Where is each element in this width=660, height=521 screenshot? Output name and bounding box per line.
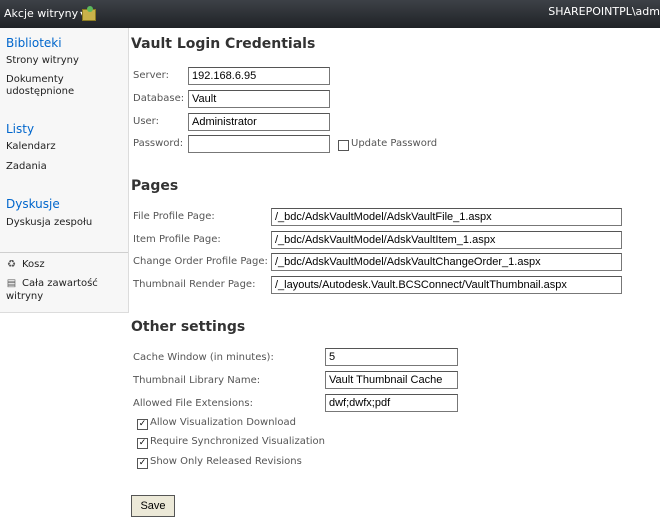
require-sync-checkbox[interactable]: ✓ [137, 438, 148, 449]
database-label: Database: [133, 93, 185, 104]
nav-item-dyskusja[interactable]: Dyskusja zespołu [6, 217, 92, 229]
password-input[interactable] [188, 135, 330, 153]
site-actions-label: Akcje witryny [4, 7, 79, 20]
nav-heading-dyskusje[interactable]: Dyskusje [6, 197, 60, 211]
change-order-label: Change Order Profile Page: [133, 256, 268, 267]
folder-icon[interactable] [82, 6, 96, 21]
user-menu[interactable]: SHAREPOINTPL\adm [548, 5, 660, 18]
nav-item-cala-line2[interactable]: witryny [6, 291, 43, 303]
database-input[interactable]: Vault [188, 90, 330, 108]
show-released-label: Show Only Released Revisions [150, 456, 302, 467]
user-label: User: [133, 116, 159, 127]
nav-item-dokumenty-line2: udostępnione [6, 86, 75, 97]
cache-window-label: Cache Window (in minutes): [133, 352, 274, 363]
nav-heading-listy[interactable]: Listy [6, 122, 34, 136]
allowed-extensions-input[interactable]: dwf;dwfx;pdf [325, 394, 458, 412]
user-input[interactable]: Administrator [188, 113, 330, 131]
nav-item-cala-line1: Cała zawartość [22, 278, 98, 289]
change-order-input[interactable]: /_bdc/AdskVaultModel/AdskVaultChangeOrde… [271, 253, 622, 271]
item-profile-input[interactable]: /_bdc/AdskVaultModel/AdskVaultItem_1.asp… [271, 231, 622, 249]
password-label: Password: [133, 138, 184, 149]
update-password-label: Update Password [351, 138, 438, 149]
recycle-bin-icon: ♻ [7, 259, 16, 270]
file-profile-input[interactable]: /_bdc/AdskVaultModel/AdskVaultFile_1.asp… [271, 208, 622, 226]
save-button[interactable]: Save [131, 495, 175, 517]
section-title-pages: Pages [131, 178, 179, 194]
quick-launch: Biblioteki Strony witryny Dokumenty udos… [0, 28, 129, 313]
section-title-login: Vault Login Credentials [131, 36, 316, 52]
thumbnail-library-label: Thumbnail Library Name: [133, 375, 261, 386]
settings-form: Vault Login Credentials Server: 192.168.… [131, 28, 660, 521]
cache-window-input[interactable]: 5 [325, 348, 458, 366]
top-bar: Akcje witryny▼ SHAREPOINTPL\adm [0, 0, 660, 28]
nav-heading-biblioteki[interactable]: Biblioteki [6, 36, 62, 50]
nav-item-dokumenty[interactable]: Dokumenty udostępnione [6, 74, 74, 98]
item-profile-label: Item Profile Page: [133, 234, 221, 245]
nav-item-kosz[interactable]: Kosz [22, 259, 45, 271]
section-title-other: Other settings [131, 319, 246, 335]
nav-item-strony[interactable]: Strony witryny [6, 55, 79, 67]
server-input[interactable]: 192.168.6.95 [188, 67, 330, 85]
site-actions-menu[interactable]: Akcje witryny▼ [4, 7, 86, 20]
nav-divider [0, 252, 128, 253]
show-released-checkbox[interactable]: ✓ [137, 458, 148, 469]
nav-item-dokumenty-line1: Dokumenty [6, 74, 64, 85]
thumbnail-library-input[interactable]: Vault Thumbnail Cache [325, 371, 458, 389]
nav-item-cala-zawartosc[interactable]: Cała zawartość [22, 278, 98, 290]
allow-visualization-checkbox[interactable]: ✓ [137, 419, 148, 430]
site-content-icon: ▤ [6, 278, 17, 289]
update-password-checkbox[interactable] [338, 140, 349, 151]
thumbnail-render-input[interactable]: /_layouts/Autodesk.Vault.BCSConnect/Vaul… [271, 276, 622, 294]
file-profile-label: File Profile Page: [133, 211, 215, 222]
nav-item-zadania[interactable]: Zadania [6, 161, 47, 173]
server-label: Server: [133, 70, 169, 81]
allowed-extensions-label: Allowed File Extensions: [133, 398, 253, 409]
require-sync-label: Require Synchronized Visualization [150, 436, 325, 447]
nav-item-kalendarz[interactable]: Kalendarz [6, 141, 56, 153]
thumbnail-render-label: Thumbnail Render Page: [133, 279, 256, 290]
allow-visualization-label: Allow Visualization Download [150, 417, 296, 428]
